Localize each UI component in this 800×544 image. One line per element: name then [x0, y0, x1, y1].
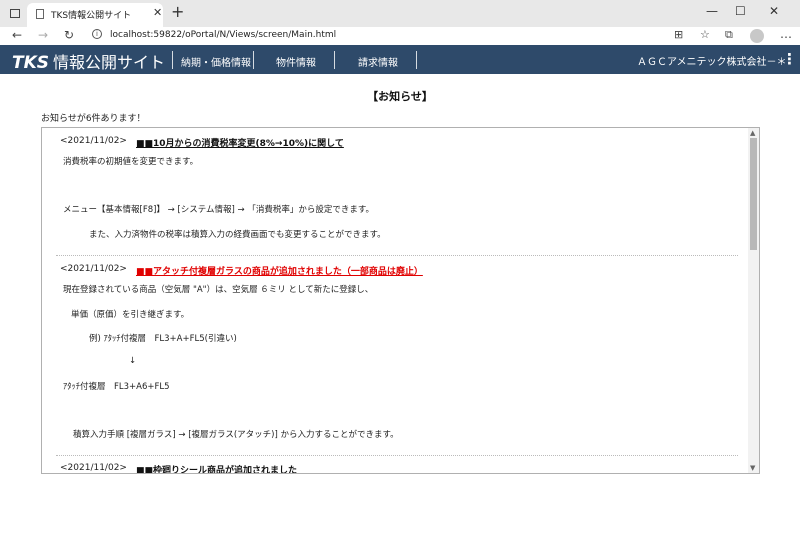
- reload-icon[interactable]: ↻: [64, 28, 74, 42]
- scroll-down-icon[interactable]: ▼: [750, 464, 755, 472]
- news-scrollbar[interactable]: ▲ ▼: [748, 128, 759, 473]
- news-body-line: ｱﾀｯﾁ付複層 FL3+A6+FL5: [63, 382, 170, 392]
- new-tab-icon[interactable]: +: [171, 2, 184, 21]
- address-bar-row: ← → ↻ i localhost:59822/oPortal/N/Views/…: [0, 27, 800, 45]
- page-title: 【お知らせ】: [367, 90, 433, 103]
- url-text[interactable]: localhost:59822/oPortal/N/Views/screen/M…: [110, 30, 336, 40]
- news-body-line: 積算入力手順 [複層ガラス] → [複層ガラス(アタッチ)] から入力することが…: [73, 430, 399, 440]
- nav-property[interactable]: 物件情報: [276, 54, 316, 69]
- company-name[interactable]: ＡＧＣアメニテック株式会社－＊: [637, 53, 787, 68]
- favorite-star-icon[interactable]: ☆: [700, 28, 710, 41]
- browser-tab[interactable]: TKS情報公開サイト ✕: [27, 3, 163, 27]
- page-favicon-icon: [36, 9, 44, 19]
- news-body-line: また、入力済物件の税率は積算入力の経費画面でも変更することができます。: [89, 230, 386, 240]
- news-separator: [56, 455, 738, 456]
- scrollbar-thumb[interactable]: [750, 138, 757, 250]
- news-list-content: <2021/11/02> ■■10月からの消費税率変更(8%→10%)に関して …: [42, 128, 748, 473]
- tab-close-icon[interactable]: ✕: [153, 6, 162, 19]
- nav-divider: [172, 51, 173, 69]
- window-menu-icon[interactable]: [10, 9, 20, 18]
- tab-title: TKS情報公開サイト: [51, 11, 132, 21]
- site-info-icon[interactable]: i: [92, 29, 102, 39]
- minimize-icon[interactable]: —: [706, 4, 718, 18]
- nav-divider: [253, 51, 254, 69]
- browser-menu-icon[interactable]: …: [780, 27, 792, 41]
- news-body-line: 現在登録されている商品（空気層 "A"）は、空気層 ６ミリ として新たに登録し、: [63, 285, 374, 295]
- news-body-line: 単価（原価）を引き継ぎます。: [71, 310, 190, 320]
- scroll-up-icon[interactable]: ▲: [750, 129, 755, 137]
- back-icon[interactable]: ←: [12, 28, 22, 42]
- news-date: <2021/11/02>: [60, 136, 127, 146]
- profile-avatar[interactable]: [750, 29, 764, 43]
- nav-divider: [334, 51, 335, 69]
- reader-icon[interactable]: ⊞: [674, 28, 683, 41]
- forward-icon[interactable]: →: [38, 28, 48, 42]
- news-list[interactable]: <2021/11/02> ■■10月からの消費税率変更(8%→10%)に関して …: [41, 127, 760, 474]
- logo-japanese: 情報公開サイト: [53, 53, 166, 72]
- news-date: <2021/11/02>: [60, 264, 127, 274]
- site-logo[interactable]: TKS 情報公開サイト: [12, 49, 165, 73]
- nav-billing[interactable]: 請求情報: [358, 54, 398, 69]
- news-date: <2021/11/02>: [60, 463, 127, 473]
- notice-count: お知らせが6件あります！: [41, 114, 146, 124]
- news-body-line: 消費税率の初期値を変更できます。: [63, 157, 199, 167]
- news-body-line: ↓: [129, 356, 137, 366]
- close-window-icon[interactable]: ✕: [769, 4, 779, 18]
- news-title[interactable]: ■■アタッチ付複層ガラスの商品が追加されました（一部商品は廃止）: [136, 264, 423, 277]
- news-body-line: 例) ｱﾀｯﾁ付複層 FL3+A+FL5(引違い): [89, 334, 237, 344]
- news-body-line: メニュー【基本情報[F8]】 → [システム情報] → 「消費税率」から設定でき…: [63, 205, 375, 215]
- news-separator: [56, 255, 738, 256]
- header-menu-icon[interactable]: ⋮: [782, 50, 797, 68]
- browser-tab-bar: TKS情報公開サイト ✕ + — ☐ ✕: [0, 0, 800, 27]
- news-title[interactable]: ■■10月からの消費税率変更(8%→10%)に関して: [136, 136, 344, 149]
- logo-latin: TKS: [12, 53, 50, 73]
- news-title[interactable]: ■■枠廻りシール商品が追加されました: [136, 463, 297, 473]
- collections-icon[interactable]: ⧉: [725, 28, 733, 42]
- site-header: TKS 情報公開サイト 納期・価格情報 物件情報 請求情報 ＡＧＣアメニテック株式…: [0, 45, 800, 74]
- nav-divider: [416, 51, 417, 69]
- nav-delivery-price[interactable]: 納期・価格情報: [181, 54, 251, 69]
- maximize-icon[interactable]: ☐: [735, 4, 746, 18]
